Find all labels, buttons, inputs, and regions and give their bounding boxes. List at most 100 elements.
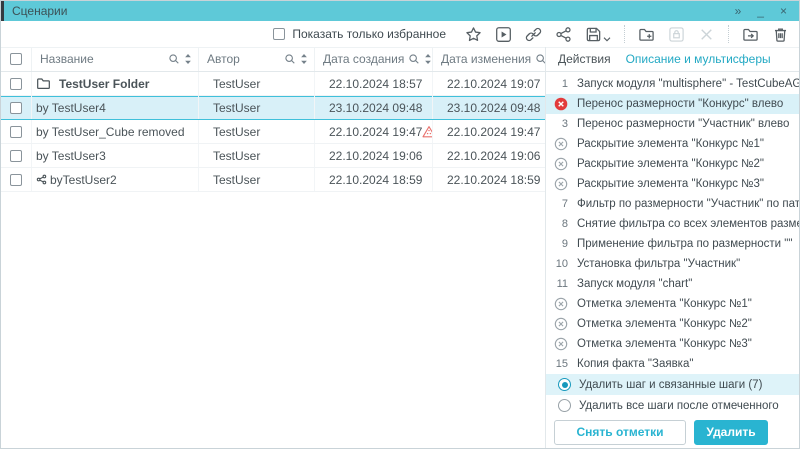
select-all-checkbox[interactable] — [10, 53, 22, 65]
row-checkbox[interactable] — [10, 102, 22, 114]
action-step[interactable]: Отметка элемента "Конкурс №2" — [546, 314, 799, 334]
action-step[interactable]: 9 Применение фильтра по размерности "" — [546, 234, 799, 254]
author-cell: TestUser — [198, 168, 314, 191]
search-icon[interactable] — [535, 53, 545, 65]
unmark-step-icon[interactable] — [554, 137, 568, 151]
unmark-step-icon[interactable] — [554, 157, 568, 171]
action-step[interactable]: 10 Установка фильтра "Участник" — [546, 254, 799, 274]
radio-button[interactable] — [558, 399, 571, 412]
row-checkbox[interactable] — [10, 126, 22, 138]
warning-icon — [422, 125, 432, 138]
table-row[interactable]: by TestUser3 TestUser 22.10.2024 19:06 2… — [1, 144, 545, 168]
table-row[interactable]: TestUser Folder TestUser 22.10.2024 18:5… — [1, 72, 545, 96]
step-marker — [546, 97, 568, 111]
row-checkbox[interactable] — [10, 150, 22, 162]
action-step[interactable]: 15 Копия факта "Заявка" — [546, 354, 799, 374]
action-step[interactable]: Отметка элемента "Конкурс №1" — [546, 294, 799, 314]
share-icon[interactable] — [555, 26, 572, 43]
created-cell: 22.10.2024 19:06 — [314, 144, 432, 167]
sort-icon[interactable] — [424, 53, 432, 65]
delete-icon[interactable] — [772, 26, 789, 43]
expand-panel-button[interactable]: » — [735, 2, 742, 20]
row-checkbox-cell — [1, 168, 31, 191]
unmark-step-icon[interactable] — [554, 297, 568, 311]
sort-icon[interactable] — [184, 53, 192, 65]
author-cell: TestUser — [198, 120, 314, 143]
action-step[interactable]: Раскрытие элемента "Конкурс №2" — [546, 154, 799, 174]
column-header[interactable]: Дата создания — [314, 47, 432, 71]
action-step[interactable]: Раскрытие элемента "Конкурс №1" — [546, 134, 799, 154]
delete-option[interactable]: Удалить все шаги после отмеченного — [546, 395, 799, 416]
radio-button[interactable] — [558, 378, 571, 391]
row-checkbox[interactable] — [10, 78, 22, 90]
column-header-label: Дата изменения — [441, 52, 531, 66]
action-step[interactable]: 3 Перенос размерности "Участник" влево — [546, 114, 799, 134]
minimize-button[interactable]: _ — [757, 2, 764, 20]
column-header[interactable]: Автор — [198, 47, 314, 71]
unmark-step-icon[interactable] — [554, 317, 568, 331]
step-label: Перенос размерности "Участник" влево — [577, 118, 789, 130]
step-number: 3 — [546, 118, 568, 130]
move-to-folder-icon[interactable] — [742, 26, 759, 43]
step-marker — [546, 157, 568, 171]
action-step[interactable]: Раскрытие элемента "Конкурс №3" — [546, 174, 799, 194]
option-label: Удалить шаг и связанные шаги (7) — [579, 379, 762, 391]
action-step[interactable]: 8 Снятие фильтра со всех элементов разме… — [546, 214, 799, 234]
steps-list: 1 Запуск модуля "multisphere" - TestCube… — [546, 72, 799, 374]
action-step[interactable]: 7 Фильтр по размерности "Участник" по па… — [546, 194, 799, 214]
tab-actions[interactable]: Действия — [558, 52, 611, 66]
action-step[interactable]: 11 Запуск модуля "chart" — [546, 274, 799, 294]
delete-option[interactable]: Удалить шаг и связанные шаги (7) — [546, 374, 799, 395]
action-step[interactable]: Перенос размерности "Конкурс" влево — [546, 94, 799, 114]
delete-button[interactable]: Удалить — [694, 420, 768, 445]
favorites-checkbox[interactable] — [273, 28, 285, 40]
step-label: Отметка элемента "Конкурс №1" — [577, 298, 752, 310]
row-checkbox-cell — [1, 120, 31, 143]
tab-description[interactable]: Описание и мультисферы — [626, 52, 771, 66]
action-step[interactable]: 1 Запуск модуля "multisphere" - TestCube… — [546, 74, 799, 94]
table-row[interactable]: by TestUser_Cube removed TestUser 22.10.… — [1, 120, 545, 144]
row-checkbox[interactable] — [10, 174, 22, 186]
table-row[interactable]: by TestUser4 TestUser 23.10.2024 09:48 2… — [1, 96, 545, 120]
scenario-name: by TestUser_Cube removed — [36, 125, 185, 139]
step-label: Копия факта "Заявка" — [577, 358, 693, 370]
step-label: Перенос размерности "Конкурс" влево — [577, 98, 783, 110]
table-header-row: Название Автор Дата создания Дата измене… — [1, 47, 545, 72]
created-cell: 23.10.2024 09:48 — [314, 96, 432, 119]
panel-tabs: Действия Описание и мультисферы — [546, 47, 799, 72]
clear-marks-button[interactable]: Снять отметки — [554, 420, 686, 445]
step-number: 1 — [546, 78, 568, 90]
action-step[interactable]: Отметка элемента "Конкурс №3" — [546, 334, 799, 354]
search-icon[interactable] — [168, 53, 180, 65]
created-cell: 22.10.2024 18:59 — [314, 168, 432, 191]
marked-step-icon[interactable] — [554, 97, 568, 111]
save-icon[interactable] — [585, 26, 602, 43]
sort-icon[interactable] — [300, 53, 308, 65]
step-marker — [546, 177, 568, 191]
actions-panel: Действия Описание и мультисферы 1 Запуск … — [546, 47, 799, 448]
unmark-step-icon[interactable] — [554, 337, 568, 351]
favorite-icon[interactable] — [465, 26, 482, 43]
run-icon[interactable] — [495, 26, 512, 43]
column-header[interactable]: Дата изменения — [432, 47, 545, 71]
create-folder-icon[interactable] — [638, 26, 655, 43]
name-cell: by TestUser3 — [31, 144, 198, 167]
step-number: 8 — [546, 218, 568, 230]
scenario-name: by TestUser3 — [36, 149, 106, 163]
window-controls: » _ × — [735, 2, 787, 20]
column-header[interactable]: Название — [31, 47, 198, 71]
author-cell: TestUser — [198, 96, 314, 119]
chevron-down-icon[interactable] — [603, 36, 611, 43]
search-icon[interactable] — [408, 53, 420, 65]
unmark-step-icon[interactable] — [554, 177, 568, 191]
step-number: 15 — [546, 358, 568, 370]
link-icon[interactable] — [525, 26, 542, 43]
search-icon[interactable] — [284, 53, 296, 65]
step-marker — [546, 337, 568, 351]
step-label: Раскрытие элемента "Конкурс №1" — [577, 138, 764, 150]
close-button[interactable]: × — [780, 2, 787, 20]
table-row[interactable]: byTestUser2 TestUser 22.10.2024 18:59 22… — [1, 168, 545, 192]
created-cell: 22.10.2024 18:57 — [314, 72, 432, 95]
favorites-filter[interactable]: Показать только избранное — [273, 27, 446, 41]
step-label: Запуск модуля "multisphere" - TestCubeAG — [577, 78, 799, 90]
